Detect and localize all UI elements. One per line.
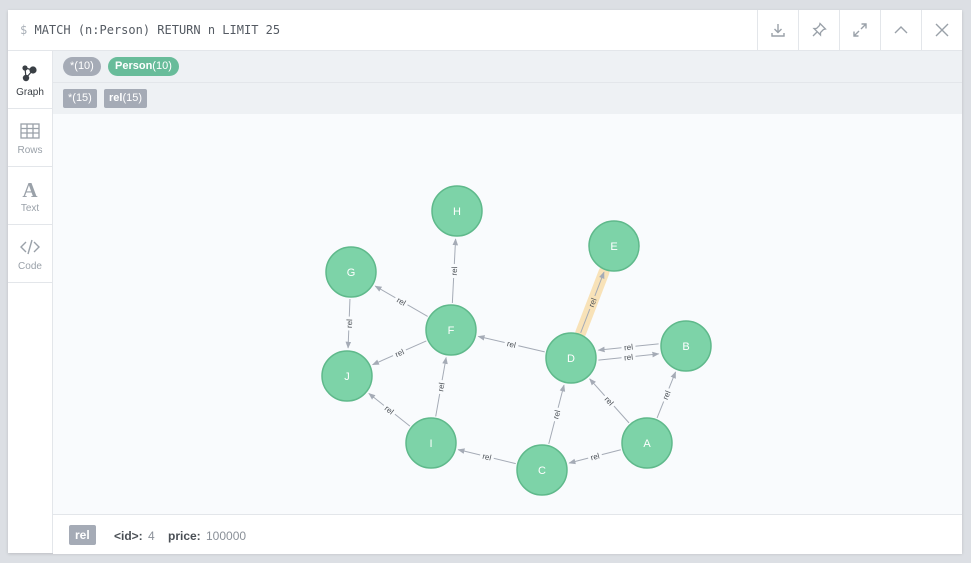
graph-icon [22,64,37,81]
relationship-legend: *(15) rel(15) [53,83,962,115]
sidebar-item-label: Graph [16,86,44,98]
relationship-F-H[interactable]: rel [448,238,460,304]
node-caption: E [610,241,617,253]
query-text[interactable]: $ MATCH (n:Person) RETURN n LIMIT 25 [20,23,280,37]
pin-icon [812,22,827,37]
node-label-person[interactable]: Person(10) [108,57,179,76]
relationship-B-D[interactable]: rel [597,341,659,353]
sidebar-item-code[interactable]: Code [8,225,52,283]
node-label-all[interactable]: *(10) [63,57,101,76]
graph-canvas[interactable]: rel rel rel rel rel rel rel rel rel rel rel rel rel r… [53,114,962,514]
node-caption: C [538,465,546,477]
node-caption: A [643,438,651,450]
download-button[interactable] [757,10,798,50]
relationship-I-J[interactable]: rel [368,393,411,427]
node-caption: G [347,267,356,279]
relationship-label: rel [624,353,634,363]
relationship-label: rel [436,382,446,393]
legend-count: (10) [74,60,94,72]
relationship-A-B[interactable]: rel [656,371,677,419]
node-H[interactable]: H [431,185,483,237]
legend-count: (15) [72,92,92,104]
selected-type-tag[interactable]: rel [69,525,96,545]
node-legend: *(10) Person(10) [53,51,962,83]
legend-count: (10) [152,60,172,72]
inspector-bar: rel <id>: 4 price: 100000 [53,514,962,554]
relationship-A-C[interactable]: rel [568,449,621,465]
prop-key-id: <id>: [114,529,143,543]
text-icon: A [22,178,38,200]
code-icon [20,239,40,254]
node-caption: F [448,325,455,337]
svg-text:A: A [22,178,38,200]
node-J[interactable]: J [321,350,373,402]
collapse-icon [894,26,908,34]
legend-count: (15) [122,92,143,104]
query-prompt: $ [20,23,28,37]
sidebar-item-label: Rows [17,144,43,156]
rel-type-all[interactable]: *(15) [63,89,97,108]
relationship-F-J[interactable]: rel [371,340,427,366]
relationship-I-F[interactable]: rel [434,356,448,417]
sidebar-item-graph[interactable]: Graph [8,51,52,109]
node-F[interactable]: F [425,304,477,356]
node-caption: I [429,438,432,450]
node-caption: B [682,341,689,353]
relationship-D-F[interactable]: rel [477,335,545,353]
relationship-label: rel [624,343,634,353]
query-statement: MATCH (n:Person) RETURN n LIMIT 25 [34,23,281,37]
relationship-C-D[interactable]: rel [548,384,566,444]
rel-type-rel[interactable]: rel(15) [104,89,148,108]
relationship-A-D[interactable]: rel [589,378,630,424]
view-sidebar: Graph Rows A Text Code [8,51,53,553]
close-icon [935,23,949,37]
node-B[interactable]: B [660,320,712,372]
relationship-label: rel [345,319,354,328]
query-bar: $ MATCH (n:Person) RETURN n LIMIT 25 [8,10,962,51]
graph-svg[interactable]: relrelrelrelrelrelrelrelrelrelrelrelrelr… [53,114,962,514]
download-icon [771,24,785,37]
frame-actions [757,10,962,50]
node-I[interactable]: I [405,417,457,469]
node-D[interactable]: D [545,332,597,384]
pin-button[interactable] [798,10,839,50]
prop-value-id: 4 [148,529,155,543]
table-icon [20,122,40,139]
sidebar-item-label: Text [20,202,40,214]
node-caption: J [344,371,350,383]
result-frame: $ MATCH (n:Person) RETURN n LIMIT 25 Gra… [8,10,962,554]
relationship-D-B[interactable]: rel [598,351,660,363]
node-caption: D [567,353,575,365]
node-E[interactable]: E [588,220,640,272]
relationship-C-I[interactable]: rel [457,448,516,465]
node-A[interactable]: A [621,417,673,469]
node-caption: H [453,206,461,218]
sidebar-item-label: Code [18,260,42,272]
collapse-button[interactable] [880,10,921,50]
relationship-D-E[interactable]: rel [575,266,610,339]
prop-key-price: price: [168,529,201,543]
relationship-label: rel [450,266,459,276]
legend-label: Person [115,60,153,72]
node-G[interactable]: G [325,246,377,298]
relationship-F-G[interactable]: rel [374,285,428,317]
close-button[interactable] [921,10,962,50]
node-C[interactable]: C [516,444,568,496]
sidebar-item-text[interactable]: A Text [8,167,52,225]
expand-icon [853,23,867,37]
expand-button[interactable] [839,10,880,50]
legend-label: rel [109,92,123,104]
relationship-G-J[interactable]: rel [343,298,355,349]
prop-value-price: 100000 [206,529,247,543]
sidebar-item-rows[interactable]: Rows [8,109,52,167]
